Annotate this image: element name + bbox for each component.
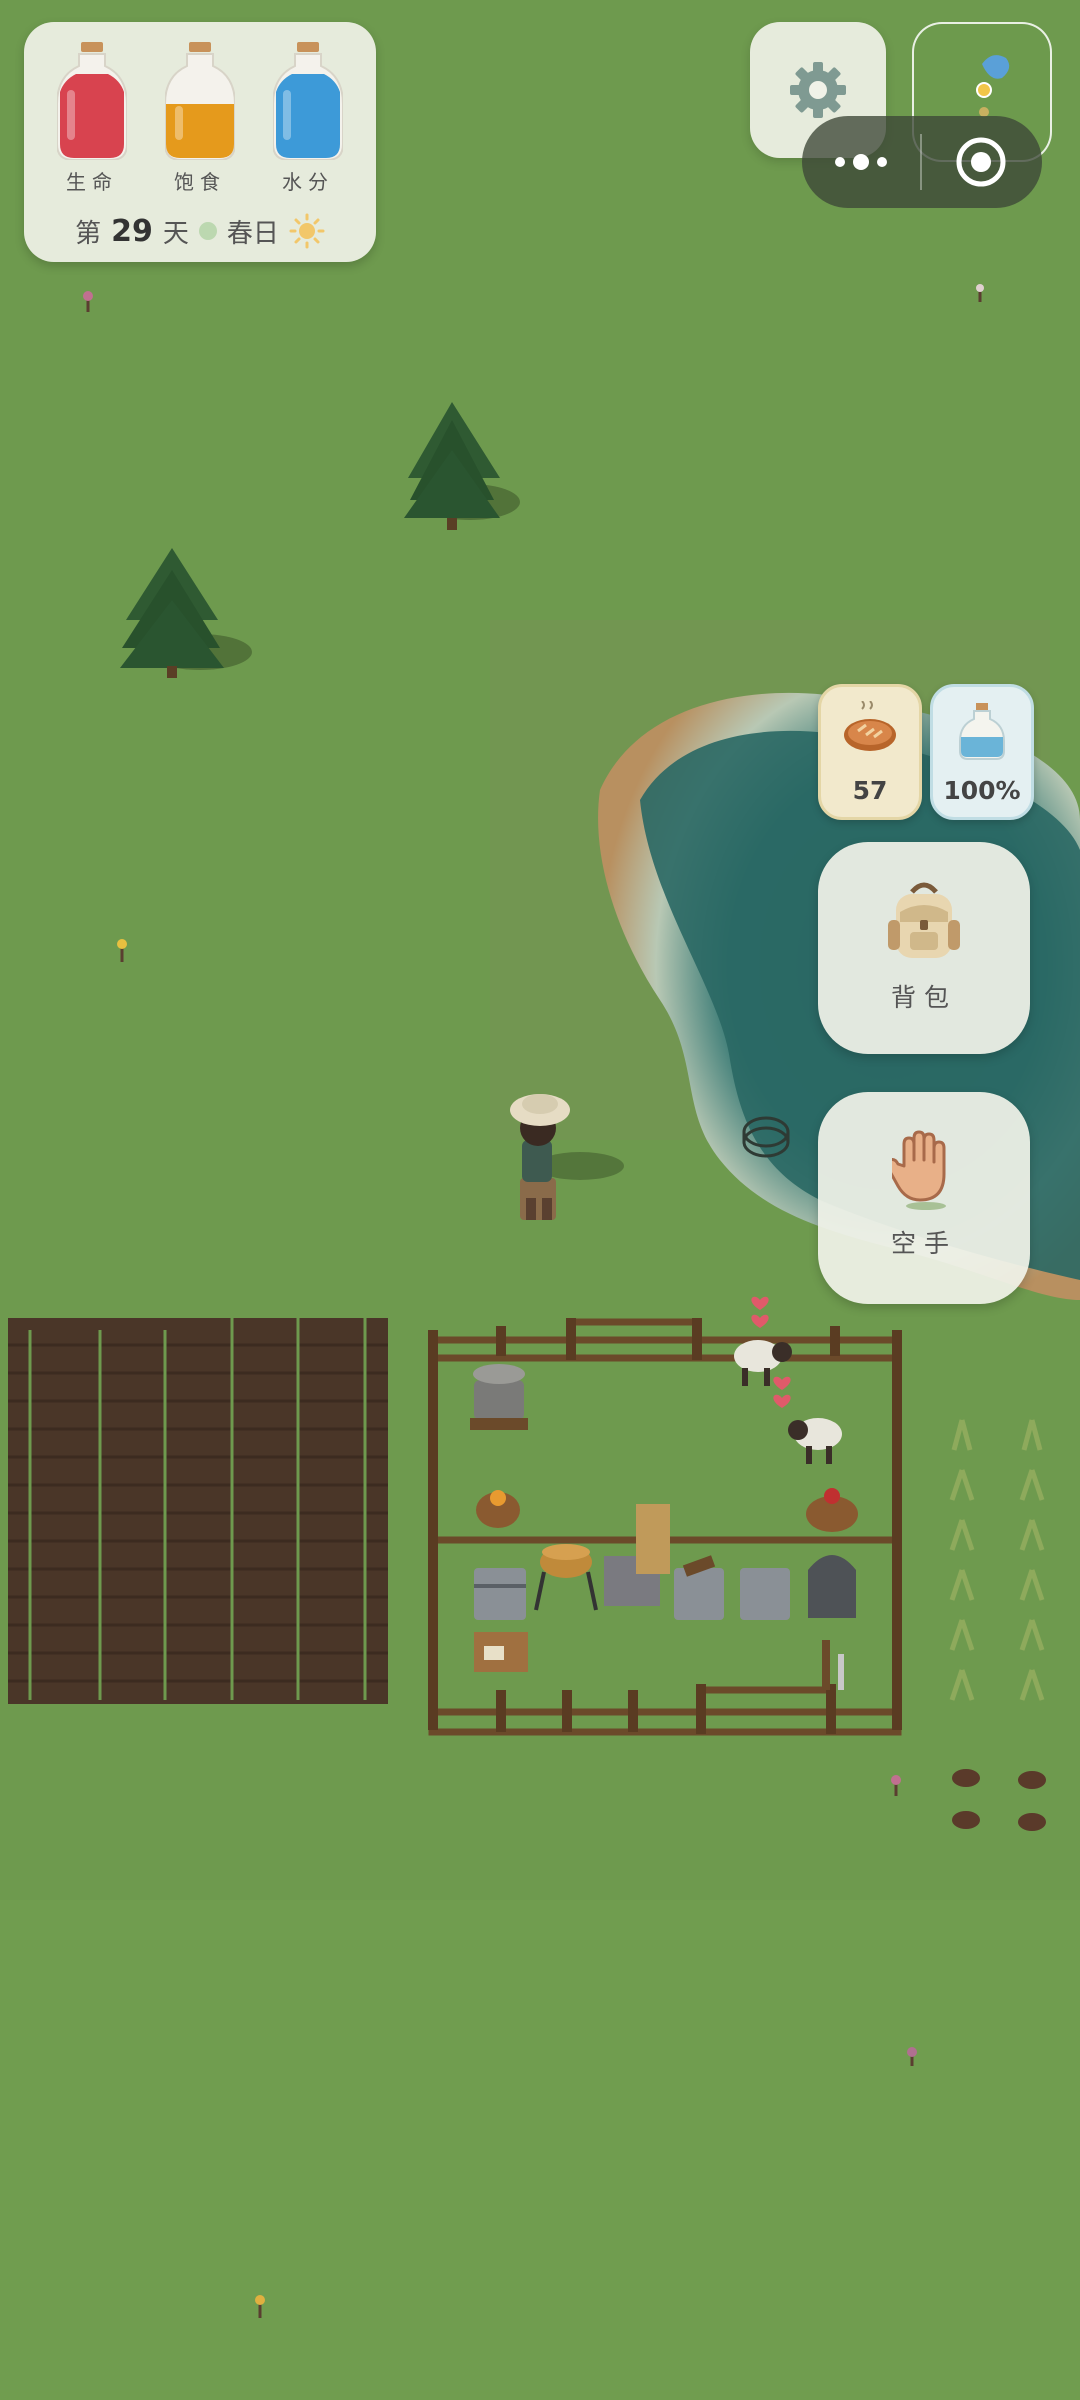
backpack-label: 背包	[890, 983, 957, 1012]
water-bottle-icon	[959, 703, 1005, 760]
water-quick-slot[interactable]: 100%	[930, 684, 1034, 820]
health-bottle: 生命	[42, 42, 142, 212]
backpack-button[interactable]: 背包	[818, 842, 1030, 1054]
bread-icon	[844, 700, 896, 751]
stats-panel: 生命 饱食 水分 第 29 天 春日	[24, 22, 376, 262]
gear-icon	[790, 62, 846, 118]
hand-icon	[885, 1130, 946, 1210]
target-icon[interactable]	[922, 136, 1040, 188]
season-dot-icon	[198, 222, 217, 240]
farm-plot	[8, 1300, 388, 1704]
health-label: 生命	[66, 170, 118, 194]
food-count: 57	[852, 776, 888, 805]
hand-label: 空手	[890, 1229, 957, 1258]
storage-box	[740, 1568, 790, 1620]
satiety-bottle-icon	[165, 42, 235, 160]
satiety-label: 饱食	[174, 170, 226, 194]
health-bottle-icon	[57, 42, 127, 160]
storage-box	[474, 1568, 526, 1620]
hand-button[interactable]: 空手	[818, 1092, 1030, 1304]
mini-program-capsule	[802, 116, 1042, 208]
hydration-bottle-icon	[273, 42, 343, 160]
food-quick-slot[interactable]: 57	[818, 684, 922, 820]
day-indicator: 第 29 天 春日	[24, 208, 376, 254]
stone-mill	[470, 1364, 528, 1430]
day-number: 29	[111, 213, 153, 249]
day-prefix: 第	[75, 218, 102, 249]
stone-furnace	[808, 1555, 856, 1618]
season-label: 春日	[226, 218, 279, 249]
day-suffix: 天	[162, 218, 189, 249]
satiety-bottle: 饱食	[150, 42, 250, 212]
hydration-label: 水分	[282, 170, 334, 194]
sun-icon	[289, 213, 325, 249]
more-dots-icon[interactable]	[802, 154, 920, 170]
backpack-icon	[888, 882, 960, 958]
water-percent: 100%	[943, 776, 1021, 805]
crafting-table	[474, 1632, 528, 1672]
hydration-bottle: 水分	[258, 42, 358, 212]
